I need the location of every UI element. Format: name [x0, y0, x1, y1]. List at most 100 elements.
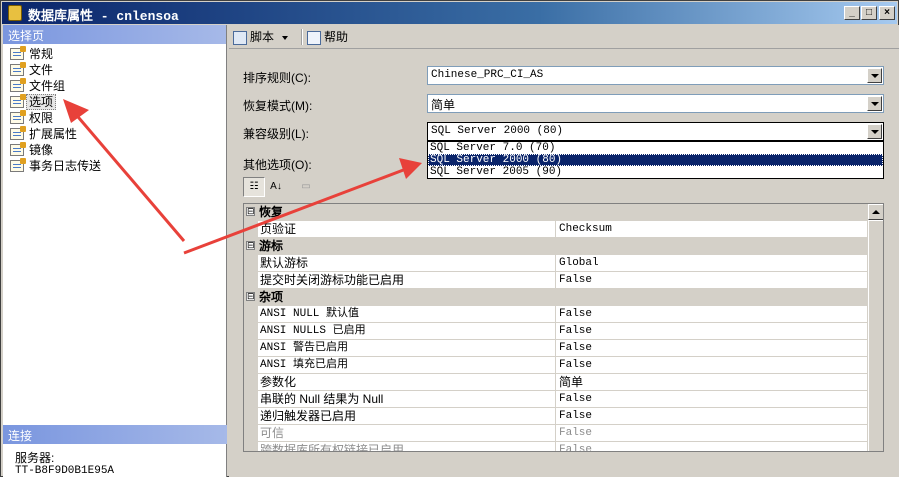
grid-row-margin [244, 391, 258, 408]
grid-row-margin [244, 340, 258, 357]
grid-row-margin [244, 425, 258, 442]
help-label: 帮助 [324, 30, 349, 44]
page-item-filegroups[interactable]: 文件组 [3, 78, 226, 94]
connection-header: 连接 [3, 425, 227, 444]
chevron-down-icon[interactable] [282, 35, 289, 40]
vertical-scrollbar[interactable] [867, 204, 883, 451]
page-item-label: 文件 [29, 63, 54, 77]
grid-property-row[interactable]: 默认游标 Global [244, 255, 869, 272]
page-icon [10, 142, 26, 156]
toolbar: 脚本 帮助 [229, 25, 899, 49]
grid-property-row[interactable]: 页验证 Checksum [244, 221, 869, 238]
collation-combobox[interactable]: Chinese_PRC_CI_AS [427, 66, 884, 85]
maximize-button[interactable]: □ [861, 6, 877, 20]
sort-alphabetical-icon[interactable]: A↓ [265, 177, 287, 197]
grid-property-name: 跨数据库所有权链接已启用 [259, 442, 556, 451]
grid-property-value[interactable]: 简单 [557, 374, 869, 390]
dropdown-arrow-icon[interactable] [867, 96, 882, 111]
server-label: 服务器: [15, 451, 55, 465]
grid-category-label: 恢复 [259, 205, 284, 219]
grid-property-row[interactable]: 参数化 简单 [244, 374, 869, 391]
grid-property-value[interactable]: Global [557, 255, 869, 271]
grid-category-row[interactable]: ⊟ 游标 [244, 238, 869, 255]
grid-property-row[interactable]: ANSI 填充已启用 False [244, 357, 869, 374]
page-item-mirroring[interactable]: 镜像 [3, 142, 226, 158]
page-icon [10, 126, 26, 140]
collapse-icon[interactable]: ⊟ [246, 241, 255, 250]
property-grid: ⊟ 恢复页验证 Checksum ⊟ 游标 默认游标 Global 提交时关闭游标功能已启用 F… [243, 203, 884, 452]
grid-property-value[interactable]: False [557, 357, 869, 373]
grid-row-margin [244, 408, 258, 425]
scroll-up-icon[interactable] [868, 204, 883, 220]
compatibility-level-dropdown: SQL Server 7.0 (70) SQL Server 2000 (80)… [427, 141, 884, 179]
grid-property-row[interactable]: 递归触发器已启用 False [244, 408, 869, 425]
grid-property-row[interactable]: 跨数据库所有权链接已启用 False [244, 442, 869, 451]
script-icon [233, 30, 247, 45]
compatibility-level-value: SQL Server 2000 (80) [431, 125, 564, 137]
page-item-options[interactable]: 选项 [3, 94, 226, 110]
grid-property-value[interactable]: False [557, 340, 869, 356]
grid-property-name: ANSI 警告已启用 [259, 340, 556, 356]
grid-property-row[interactable]: ANSI NULLS 已启用 False [244, 323, 869, 340]
database-properties-window: 数据库属性 - cnlensoa _ □ × 选择页 常规 文件 文件组 选项 … [0, 0, 899, 477]
page-item-label: 文件组 [29, 79, 66, 93]
page-icon [10, 110, 26, 124]
other-options-label: 其他选项(O): [243, 158, 312, 172]
page-icon [10, 94, 26, 108]
grid-row-margin [244, 272, 258, 289]
window-title: 数据库属性 - cnlensoa [28, 9, 179, 24]
options-pane: 脚本 帮助 排序规则(C): Chinese_PRC_CI_AS 恢复模式(M)… [229, 25, 899, 477]
grid-property-value[interactable]: False [557, 425, 869, 441]
scroll-thumb[interactable] [868, 220, 883, 451]
dropdown-option[interactable]: SQL Server 2005 (90) [428, 166, 883, 178]
close-button[interactable]: × [879, 6, 895, 20]
collapse-icon[interactable]: ⊟ [246, 292, 255, 301]
grid-category-row[interactable]: ⊟ 杂项 [244, 289, 869, 306]
grid-property-value[interactable]: False [557, 272, 869, 288]
recovery-model-combobox[interactable]: 简单 [427, 94, 884, 113]
title-bar[interactable]: 数据库属性 - cnlensoa _ □ × [2, 2, 897, 24]
server-value: TT-B8F9D0B1E95A [15, 465, 115, 477]
dropdown-option-selected[interactable]: SQL Server 2000 (80) [428, 154, 883, 166]
grid-property-name: 可信 [259, 425, 556, 441]
page-item-log-shipping[interactable]: 事务日志传送 [3, 158, 226, 174]
grid-property-row[interactable]: 串联的 Null 结果为 Null False [244, 391, 869, 408]
grid-property-row[interactable]: 提交时关闭游标功能已启用 False [244, 272, 869, 289]
grid-property-value[interactable]: False [557, 408, 869, 424]
collation-value: Chinese_PRC_CI_AS [431, 69, 544, 81]
grid-property-row[interactable]: ANSI 警告已启用 False [244, 340, 869, 357]
grid-row-margin [244, 221, 258, 238]
property-pages-icon[interactable]: ▭ [295, 177, 317, 197]
grid-property-value[interactable]: False [557, 391, 869, 407]
page-item-files[interactable]: 文件 [3, 62, 226, 78]
database-icon [8, 5, 22, 21]
grid-property-value[interactable]: False [557, 442, 869, 451]
help-icon [307, 30, 321, 45]
grid-row-margin [244, 357, 258, 374]
page-item-permissions[interactable]: 权限 [3, 110, 226, 126]
page-item-extended-properties[interactable]: 扩展属性 [3, 126, 226, 142]
categorized-icon[interactable]: ☷ [243, 177, 265, 197]
grid-category-row[interactable]: ⊟ 恢复 [244, 204, 869, 221]
script-button[interactable]: 脚本 [233, 28, 289, 46]
collapse-icon[interactable]: ⊟ [246, 207, 255, 216]
recovery-model-value: 简单 [431, 98, 456, 112]
grid-property-value[interactable]: Checksum [557, 221, 869, 237]
page-item-general[interactable]: 常规 [3, 46, 226, 62]
grid-property-name: ANSI NULLS 已启用 [259, 323, 556, 339]
dropdown-arrow-icon[interactable] [867, 68, 882, 83]
grid-property-value[interactable]: False [557, 306, 869, 322]
grid-property-value[interactable]: False [557, 323, 869, 339]
minimize-button[interactable]: _ [844, 6, 860, 20]
grid-row-margin [244, 255, 258, 272]
compatibility-level-combobox[interactable]: SQL Server 2000 (80) [427, 122, 884, 141]
help-button[interactable]: 帮助 [307, 28, 348, 46]
grid-property-row[interactable]: 可信 False [244, 425, 869, 442]
grid-property-row[interactable]: ANSI NULL 默认值 False [244, 306, 869, 323]
grid-property-name: 默认游标 [259, 255, 556, 271]
grid-row-margin [244, 442, 258, 451]
dropdown-option[interactable]: SQL Server 7.0 (70) [428, 142, 883, 154]
dropdown-arrow-icon[interactable] [867, 124, 882, 139]
left-pane: 选择页 常规 文件 文件组 选项 权限 扩展属性 镜像 事务日志传送 连接 服务… [3, 25, 227, 477]
page-icon [10, 78, 26, 92]
